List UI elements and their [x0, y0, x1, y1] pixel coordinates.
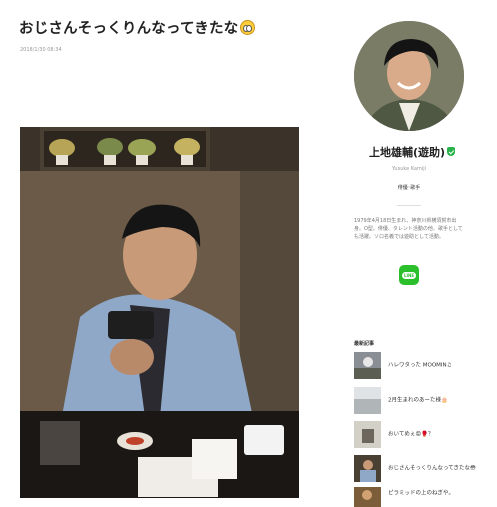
recent-post-item[interactable]: 2月生まれのあーた様🎂	[354, 387, 484, 414]
recent-post-title[interactable]: 2月生まれのあーた様🎂	[388, 397, 484, 404]
profile-name-text[interactable]: 上地雄輔(遊助)	[369, 146, 445, 159]
line-app-icon: LINE	[402, 271, 416, 279]
recent-post-thumbnail[interactable]	[354, 421, 381, 448]
recent-post-title[interactable]: おじさんそっくりんなってきたな😳	[388, 465, 484, 472]
profile-name[interactable]: 上地雄輔(遊助)	[357, 144, 467, 160]
recent-post-thumbnail[interactable]	[354, 455, 381, 482]
recent-posts-heading: 最新記事	[354, 341, 375, 347]
recent-post-title[interactable]: ハレワタった MOOMIN♫	[388, 362, 484, 369]
post-photo[interactable]	[20, 127, 299, 498]
profile-role: 俳優･歌手	[397, 185, 421, 191]
post-date: 2018/1/30 08:34	[20, 47, 62, 53]
recent-post-title[interactable]: おいてめぇ😡🥊？	[388, 431, 484, 438]
recent-post-item[interactable]: おじさんそっくりんなってきたな😳	[354, 455, 484, 482]
recent-post-item[interactable]: ピラミッドの上のねぎや。	[354, 487, 484, 507]
flushed-face-icon	[240, 20, 256, 35]
profile-divider	[397, 205, 421, 206]
recent-post-thumbnail[interactable]	[354, 352, 381, 379]
line-follow-button[interactable]: LINE	[399, 265, 419, 285]
verified-shield-icon	[447, 147, 456, 156]
recent-post-item[interactable]: ハレワタった MOOMIN♫	[354, 352, 484, 379]
profile-roman-name: Yusuke Kamiji	[391, 166, 427, 172]
post-title: おじさんそっくりんなってきたな	[19, 17, 339, 38]
profile-avatar[interactable]	[354, 21, 464, 131]
recent-post-item[interactable]: おいてめぇ😡🥊？	[354, 421, 484, 448]
recent-post-thumbnail[interactable]	[354, 487, 381, 507]
post-title-text: おじさんそっくりんなってきたな	[19, 21, 239, 37]
recent-post-title[interactable]: ピラミッドの上のねぎや。	[388, 491, 484, 498]
profile-bio: 1979年4月18日生まれ、神奈川県横須賀市出身。O型。俳優、タレント活動の他、…	[354, 218, 463, 241]
recent-post-thumbnail[interactable]	[354, 387, 381, 414]
